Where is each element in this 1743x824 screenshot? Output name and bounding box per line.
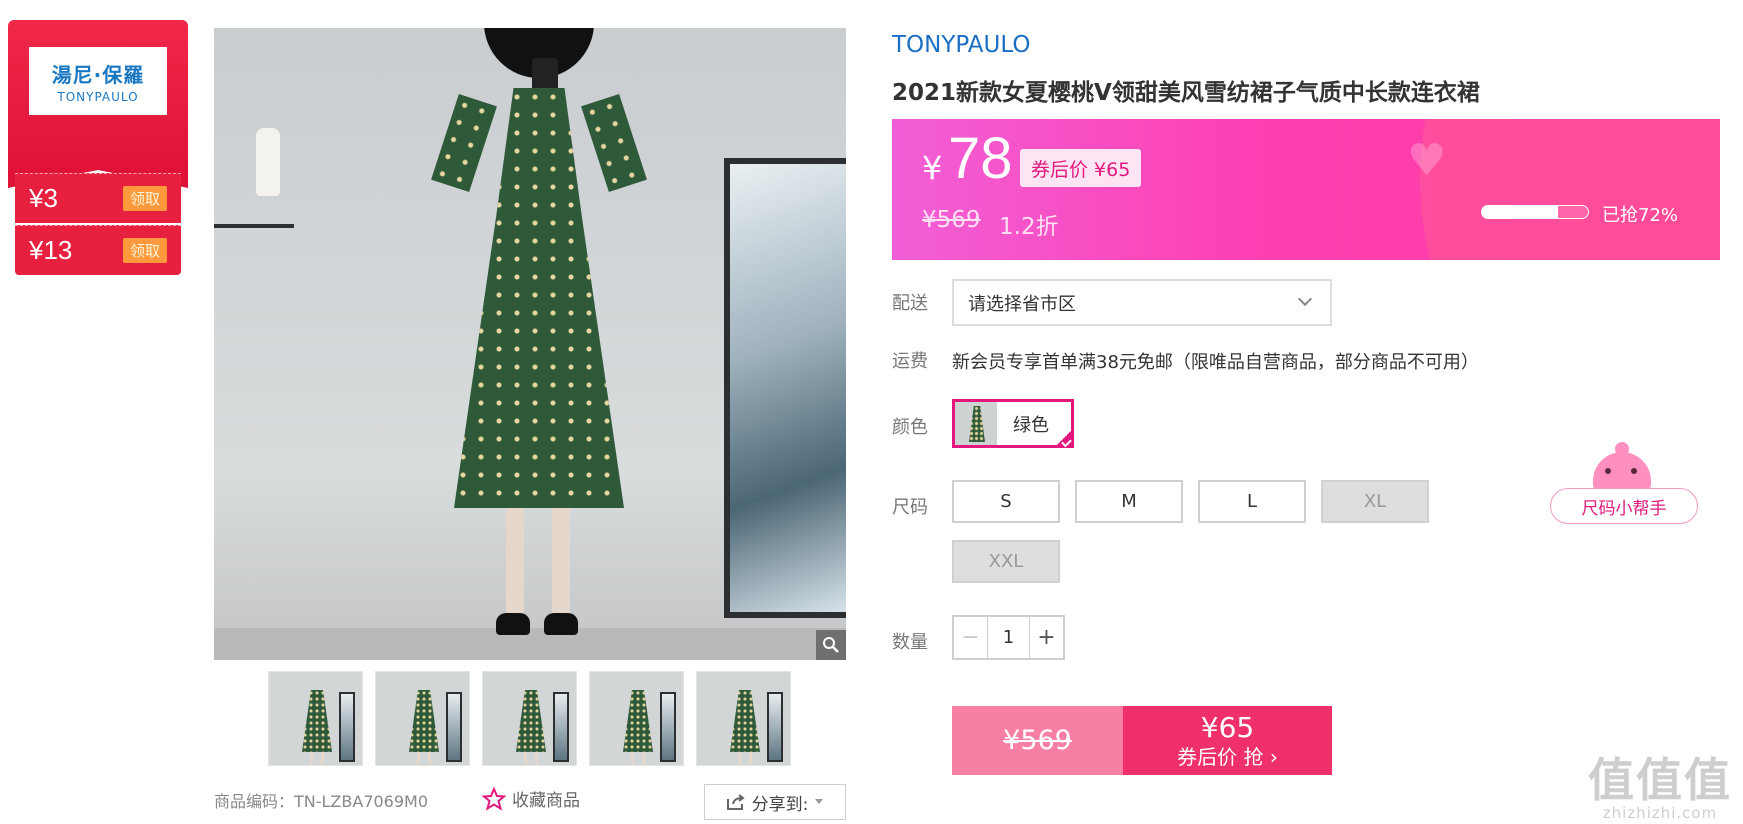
buy-coupon-label: 券后价 抢 › bbox=[1177, 744, 1278, 769]
thumbnail[interactable] bbox=[589, 671, 684, 766]
discount-rate: 1.2折 bbox=[999, 214, 1059, 240]
product-sku: 商品编码：TN-LZBA7069M0 bbox=[214, 792, 429, 811]
share-label: 分享到: bbox=[751, 794, 809, 815]
image-painting bbox=[724, 158, 846, 618]
region-select[interactable]: 请选择省市区 bbox=[952, 279, 1332, 326]
region-select-placeholder: 请选择省市区 bbox=[968, 293, 1076, 315]
brand-card-header: 湯尼·保羅 TONYPAULO bbox=[8, 20, 188, 188]
price-panel: ♥ ¥ 78 券后价 ¥65 ¥569 1.2折 已抢72% bbox=[892, 119, 1720, 260]
size-option-m[interactable]: M bbox=[1075, 480, 1183, 523]
buy-coupon-block: ¥65 券后价 抢 › bbox=[1123, 706, 1332, 775]
size-option-s[interactable]: S bbox=[952, 480, 1060, 523]
watermark-url: zhizhizhi.com bbox=[1602, 804, 1718, 822]
size-option-xxl: XXL bbox=[952, 540, 1060, 583]
model-arm bbox=[581, 94, 647, 192]
quantity-input[interactable] bbox=[988, 617, 1029, 658]
shipping-fee-text: 新会员专享首单满38元免邮（限唯品自营商品，部分商品不可用） bbox=[952, 352, 1479, 373]
claim-coupon-button[interactable]: 领取 bbox=[122, 186, 167, 211]
brand-logo[interactable]: 湯尼·保羅 TONYPAULO bbox=[29, 47, 167, 115]
buy-coupon-price: ¥65 bbox=[1200, 710, 1255, 744]
color-option-label: 绿色 bbox=[1013, 414, 1049, 436]
model-figure bbox=[431, 28, 647, 658]
model-leg bbox=[506, 508, 524, 618]
quantity-increase-button[interactable]: + bbox=[1029, 617, 1063, 658]
selected-check-icon bbox=[1052, 430, 1074, 448]
buy-with-coupon-button[interactable]: ¥569 ¥65 券后价 抢 › bbox=[952, 706, 1332, 775]
current-price: 78 bbox=[948, 126, 1013, 191]
image-meta-row: 商品编码：TN-LZBA7069M0 收藏商品 分享到: bbox=[214, 784, 846, 820]
model-arm bbox=[431, 94, 497, 192]
share-icon bbox=[726, 794, 745, 810]
caret-down-icon bbox=[815, 799, 824, 804]
favorite-button[interactable]: 收藏商品 bbox=[482, 786, 580, 811]
quantity-stepper: − + bbox=[952, 615, 1065, 660]
heart-decoration-icon: ♥ bbox=[1407, 135, 1447, 186]
shipping-fee-label: 运费 bbox=[892, 351, 928, 372]
model-shoe bbox=[496, 613, 530, 635]
size-option-xl: XL bbox=[1321, 480, 1429, 523]
sold-progress-bar bbox=[1481, 205, 1589, 219]
shipping-label: 配送 bbox=[892, 293, 928, 314]
size-label: 尺码 bbox=[892, 497, 928, 518]
brand-logo-en: TONYPAULO bbox=[57, 89, 139, 104]
color-label: 颜色 bbox=[892, 417, 928, 438]
original-price: ¥569 bbox=[922, 207, 981, 233]
brand-coupon-card: 湯尼·保羅 TONYPAULO ¥3 领取 ¥13 领取 bbox=[8, 20, 188, 278]
coupon-amount: ¥3 bbox=[29, 183, 58, 213]
thumbnail-strip bbox=[268, 671, 791, 766]
coupon-13: ¥13 领取 bbox=[15, 225, 181, 275]
model-leg bbox=[552, 508, 570, 618]
thumbnail[interactable] bbox=[268, 671, 363, 766]
coupon-amount: ¥13 bbox=[29, 235, 73, 265]
brand-logo-cn: 湯尼·保羅 bbox=[51, 62, 145, 87]
color-option-green[interactable]: 绿色 bbox=[952, 399, 1074, 448]
thumbnail[interactable] bbox=[482, 671, 577, 766]
price-currency: ¥ bbox=[922, 149, 943, 187]
sold-progress-fill bbox=[1482, 206, 1559, 218]
coupon-3: ¥3 领取 bbox=[15, 173, 181, 223]
share-dropdown[interactable]: 分享到: bbox=[704, 784, 846, 820]
product-title: 2021新款女夏樱桃V领甜美风雪纺裙子气质中长款连衣裙 bbox=[892, 80, 1480, 106]
quantity-decrease-button[interactable]: − bbox=[954, 617, 988, 658]
size-helper-button[interactable]: 尺码小帮手 bbox=[1550, 488, 1698, 524]
magnifier-icon[interactable] bbox=[816, 630, 846, 660]
thumbnail[interactable] bbox=[696, 671, 791, 766]
sold-progress-label: 已抢72% bbox=[1602, 205, 1679, 226]
color-swatch-image bbox=[955, 402, 997, 445]
chevron-down-icon bbox=[1297, 291, 1313, 307]
favorite-label: 收藏商品 bbox=[512, 791, 580, 811]
size-option-l[interactable]: L bbox=[1198, 480, 1306, 523]
mascot-icon bbox=[1593, 452, 1651, 492]
claim-coupon-button[interactable]: 领取 bbox=[122, 238, 167, 263]
thumbnail[interactable] bbox=[375, 671, 470, 766]
star-icon bbox=[482, 786, 506, 811]
watermark-logo: 值值值 bbox=[1588, 753, 1732, 807]
image-vase bbox=[256, 128, 280, 196]
quantity-label: 数量 bbox=[892, 632, 928, 653]
main-product-image[interactable] bbox=[214, 28, 846, 660]
model-shoe bbox=[544, 613, 578, 635]
coupon-price-tag: 券后价 ¥65 bbox=[1020, 149, 1142, 187]
buy-original-price: ¥569 bbox=[952, 706, 1123, 775]
site-watermark: 值值值 zhizhizhi.com bbox=[1585, 756, 1735, 822]
image-shelf bbox=[214, 178, 294, 228]
brand-link[interactable]: TONYPAULO bbox=[892, 32, 1030, 58]
